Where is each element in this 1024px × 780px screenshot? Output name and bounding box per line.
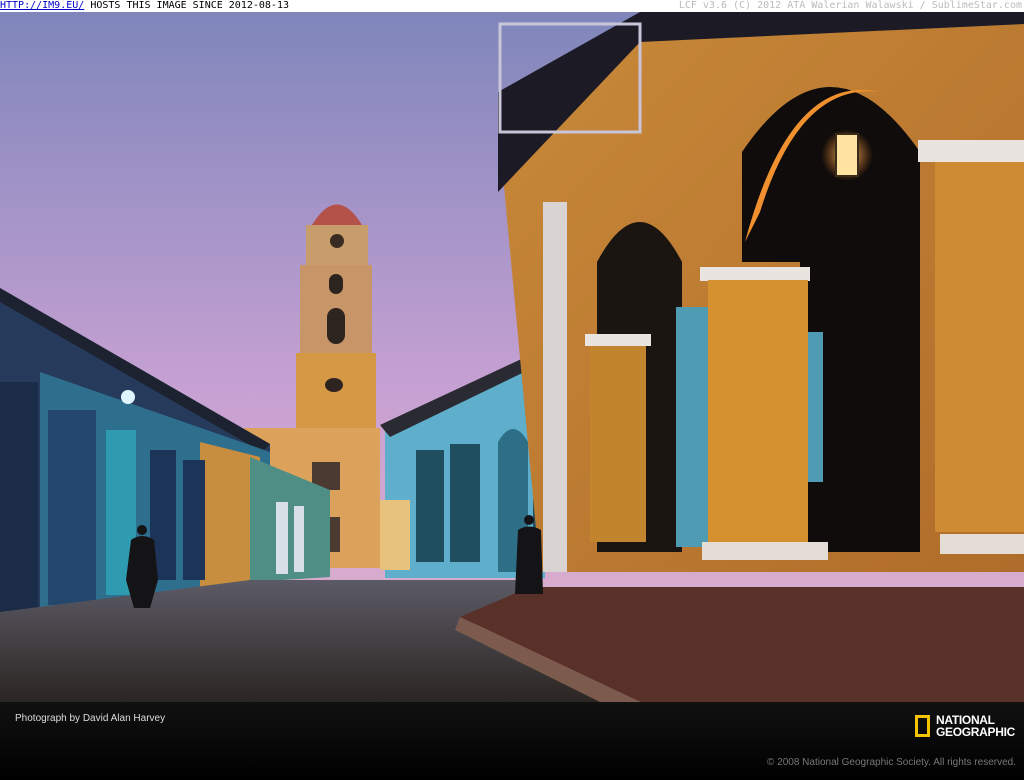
photo-footer: Photograph by David Alan Harvey NATIONAL… [0,702,1024,780]
watermark-bar: HTTP://IM9.EU/ HOSTS THIS IMAGE SINCE 20… [0,0,1024,12]
street-photo [0,12,1024,702]
ochre-arcade-building [498,12,1024,572]
natgeo-logo: NATIONAL GEOGRAPHIC [915,711,1015,741]
watermark-credit: LCF v3.6 (C) 2012 ATA Walerian Walawski … [678,0,1022,11]
logo-line-geographic: GEOGRAPHIC [936,725,1016,739]
yellow-border-icon [915,715,930,737]
host-link[interactable]: HTTP://IM9.EU/ [0,0,84,11]
host-text: HOSTS THIS IMAGE SINCE 2012-08-13 [84,0,289,11]
copyright-notice: © 2008 National Geographic Society. All … [767,757,1016,768]
photo-credit: Photograph by David Alan Harvey [15,713,166,724]
